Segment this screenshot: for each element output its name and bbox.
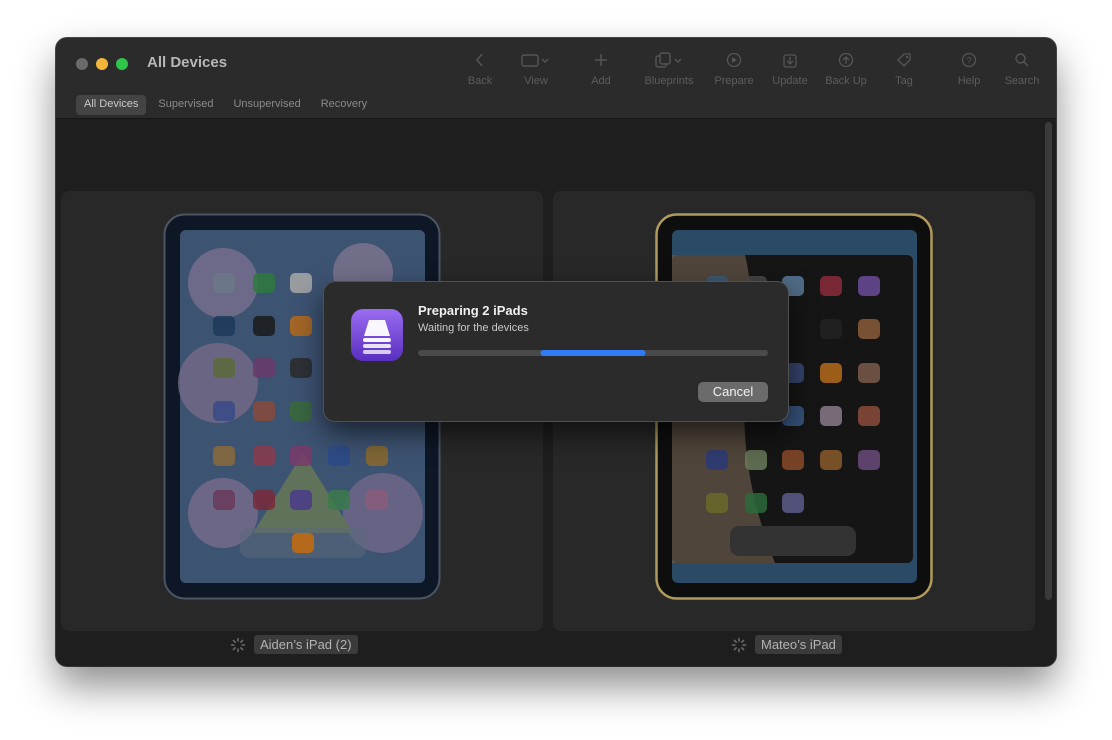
backup-icon (838, 52, 854, 68)
back-button[interactable]: Back (450, 50, 510, 87)
blueprints-button[interactable]: Blueprints (639, 50, 699, 87)
update-label: Update (772, 75, 808, 87)
add-button[interactable]: Add (571, 50, 631, 87)
backup-button[interactable]: Back Up (816, 50, 876, 87)
update-icon (783, 54, 797, 68)
backup-label: Back Up (825, 75, 867, 87)
search-label: Search (1004, 75, 1040, 87)
back-label: Back (467, 75, 493, 87)
device-name-mateo[interactable]: Mateo’s iPad (755, 635, 842, 654)
view-button[interactable]: View (506, 50, 566, 87)
vertical-scrollbar[interactable] (1045, 122, 1052, 600)
tab-recovery[interactable]: Recovery (313, 95, 375, 115)
filter-tabs: All Devices Supervised Unsupervised Reco… (76, 95, 375, 115)
view-icon (521, 54, 549, 67)
svg-text:?: ? (966, 56, 971, 66)
help-button[interactable]: ? Help (939, 50, 999, 87)
chevron-left-icon (475, 53, 483, 67)
dialog-title: Preparing 2 iPads (418, 303, 528, 318)
tag-icon (897, 53, 911, 67)
spinner-icon (731, 637, 747, 652)
plus-icon (595, 54, 607, 66)
add-label: Add (591, 75, 611, 87)
dialog-status: Waiting for the devices (418, 322, 529, 334)
blueprints-icon (655, 52, 682, 68)
titlebar: All Devices Back View Add Blueprints Pre… (56, 38, 1056, 119)
update-button[interactable]: Update (760, 50, 820, 87)
minimize-window-button[interactable] (96, 58, 108, 70)
tag-label: Tag (895, 75, 913, 87)
tab-supervised[interactable]: Supervised (150, 95, 221, 115)
progress-bar (418, 350, 768, 356)
prepare-icon (726, 52, 742, 68)
prepare-label: Prepare (714, 75, 754, 87)
tab-unsupervised[interactable]: Unsupervised (225, 95, 308, 115)
window-title: All Devices (147, 54, 228, 71)
close-window-button[interactable] (76, 58, 88, 70)
zoom-window-button[interactable] (116, 58, 128, 70)
device-label-mateo: Mateo’s iPad (731, 635, 842, 654)
search-button[interactable]: Search (992, 50, 1052, 87)
help-label: Help (957, 75, 981, 87)
prepare-progress-dialog: Preparing 2 iPads Waiting for the device… (324, 282, 788, 421)
prepare-button[interactable]: Prepare (704, 50, 764, 87)
tab-all-devices[interactable]: All Devices (76, 95, 147, 115)
progress-bar-fill (540, 350, 646, 356)
search-icon (1015, 53, 1029, 67)
tag-button[interactable]: Tag (874, 50, 934, 87)
device-label-aiden: Aiden’s iPad (2) (230, 635, 358, 654)
help-icon: ? (961, 52, 977, 68)
blueprints-label: Blueprints (644, 75, 694, 87)
device-name-aiden[interactable]: Aiden’s iPad (2) (254, 635, 358, 654)
cancel-button[interactable]: Cancel (698, 382, 768, 402)
view-label: View (524, 75, 548, 87)
apple-configurator-icon (351, 309, 403, 361)
spinner-icon (230, 637, 246, 652)
